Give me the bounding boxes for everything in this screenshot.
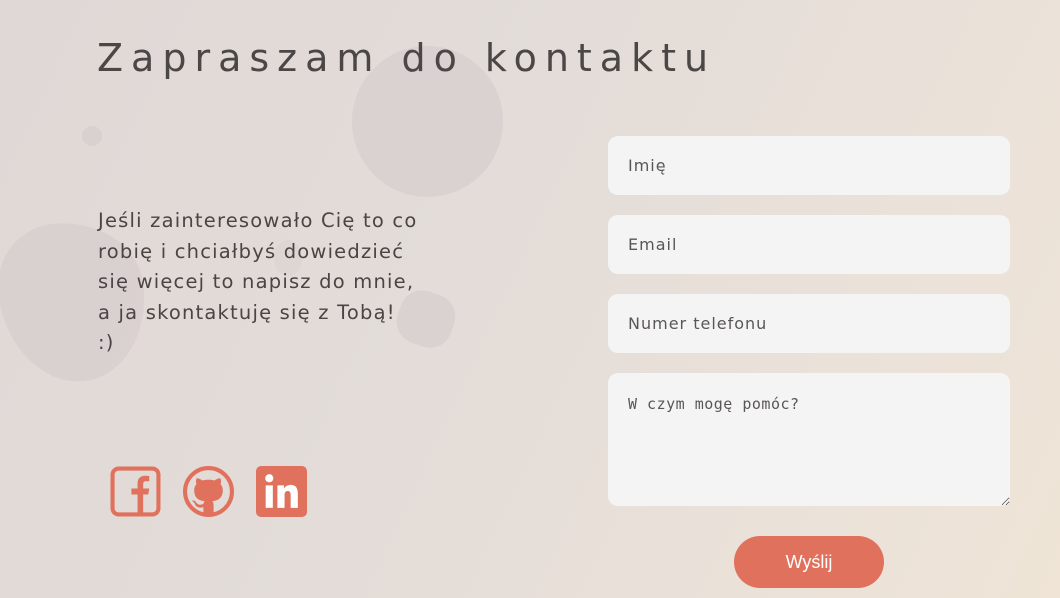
email-field[interactable]: [608, 215, 1010, 274]
decorative-dot: [82, 126, 102, 146]
name-field[interactable]: [608, 136, 1010, 195]
contact-intro-text: Jeśli zainteresowało Cię to co robię i c…: [98, 209, 418, 354]
message-field[interactable]: [608, 373, 1010, 506]
linkedin-link[interactable]: [256, 466, 307, 517]
github-icon: [183, 466, 234, 517]
github-link[interactable]: [183, 466, 234, 517]
phone-field[interactable]: [608, 294, 1010, 353]
facebook-icon: [110, 466, 161, 517]
section-title: Zapraszam do kontaktu: [97, 36, 717, 80]
linkedin-icon: [256, 466, 307, 517]
send-button[interactable]: Wyślij: [734, 536, 884, 588]
social-links: [110, 466, 307, 517]
facebook-link[interactable]: [110, 466, 161, 517]
